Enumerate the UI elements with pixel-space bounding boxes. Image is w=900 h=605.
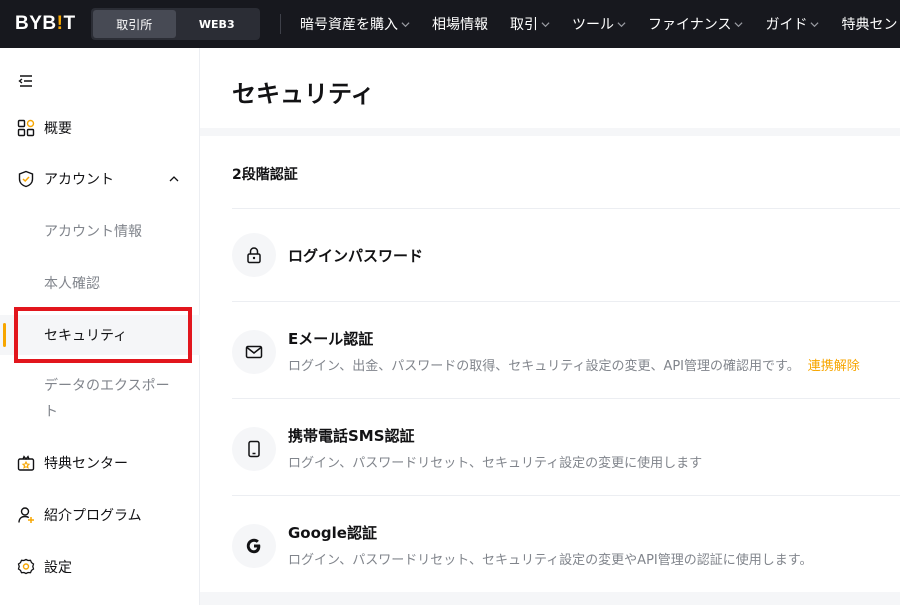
mail-icon	[245, 345, 263, 359]
nav-trade[interactable]: 取引	[510, 14, 550, 34]
page-title: セキュリティ	[232, 80, 375, 108]
gift-icon	[17, 455, 35, 471]
sidebar-item-label: 紹介プログラム	[44, 508, 142, 524]
sidebar-item-label: 概要	[44, 121, 72, 137]
security-row-google-auth[interactable]: Google認証 ログイン、パスワードリセット、セキュリティ設定の変更やAPI管…	[232, 495, 900, 592]
sidebar-item-referral[interactable]: 紹介プログラム	[0, 495, 200, 535]
sidebar-item-label: データのエクスポート	[44, 373, 170, 425]
chevron-down-icon	[617, 21, 626, 27]
row-title: 携帯電話SMS認証	[288, 427, 415, 445]
mode-web3-button[interactable]: WEB3	[176, 10, 259, 38]
main-nav: 暗号資産を購入 相場情報 取引 ツール ファイナンス ガイド 特典セン	[300, 0, 900, 48]
row-title: Eメール認証	[288, 330, 374, 348]
chevron-down-icon	[734, 21, 743, 27]
sidebar-item-rewards-center[interactable]: 特典センター	[0, 443, 200, 483]
nav-label: ツール	[572, 17, 614, 33]
section-title: 2段階認証	[232, 167, 298, 183]
row-title: Google認証	[288, 524, 377, 542]
nav-label: ファイナンス	[648, 17, 732, 33]
two-factor-card: 2段階認証 ログインパスワード Eメール認証 ログイン、出金、パスワードの取得、…	[200, 136, 900, 592]
sidebar-item-label: 本人確認	[44, 276, 100, 292]
chevron-down-icon	[810, 21, 819, 27]
sidebar-item-label: 設定	[44, 560, 72, 576]
top-navigation-bar: BYB!T 取引所 WEB3 暗号資産を購入 相場情報 取引 ツール ファイナン…	[0, 0, 900, 48]
sidebar-item-label: アカウント	[44, 172, 114, 188]
label-line-2: ト	[44, 404, 58, 420]
chevron-down-icon	[541, 21, 550, 27]
sidebar-item-data-export[interactable]: データのエクスポート	[0, 374, 200, 424]
page-header: セキュリティ	[200, 48, 900, 128]
sidebar-item-identity-verification[interactable]: 本人確認	[0, 263, 200, 303]
nav-guide[interactable]: ガイド	[765, 14, 819, 34]
active-indicator	[3, 323, 6, 347]
security-row-login-password[interactable]: ログインパスワード	[232, 208, 900, 301]
sidebar-item-label: セキュリティ	[44, 328, 128, 344]
mail-icon-wrap	[232, 330, 276, 374]
sidebar-item-account-info[interactable]: アカウント情報	[0, 211, 200, 251]
google-icon-wrap	[232, 524, 276, 568]
referral-icon	[18, 507, 34, 523]
chevron-up-icon	[169, 176, 179, 182]
dashboard-icon	[17, 119, 35, 137]
nav-finance[interactable]: ファイナンス	[648, 14, 743, 34]
sidebar: 概要 アカウント アカウント情報 本人確認 セキュリティ データのエクスポート …	[0, 48, 200, 605]
chevron-down-icon	[401, 21, 410, 27]
sidebar-item-overview[interactable]: 概要	[0, 108, 200, 148]
label-line-1: データのエクスポー	[44, 378, 170, 394]
mode-exchange-button[interactable]: 取引所	[93, 10, 176, 38]
logo-text-suffix: T	[63, 13, 76, 34]
phone-icon-wrap	[232, 427, 276, 471]
nav-buy-crypto[interactable]: 暗号資産を購入	[300, 14, 410, 34]
nav-label: 相場情報	[432, 17, 488, 33]
lock-icon	[247, 247, 261, 264]
nav-rewards[interactable]: 特典セン	[841, 14, 897, 34]
collapse-sidebar-icon[interactable]	[18, 74, 34, 88]
row-description: ログイン、パスワードリセット、セキュリティ設定の変更に使用します	[288, 456, 703, 471]
unlink-email-link[interactable]: 連携解除	[808, 359, 860, 374]
gear-icon	[17, 558, 35, 575]
sidebar-item-label: 特典センター	[44, 456, 128, 472]
nav-label: ガイド	[765, 17, 808, 33]
shield-icon	[18, 170, 34, 188]
sidebar-item-security[interactable]: セキュリティ	[0, 315, 200, 355]
lock-icon-wrap	[232, 233, 276, 277]
nav-tools[interactable]: ツール	[572, 14, 626, 34]
row-description-text: ログイン、出金、パスワードの取得、セキュリティ設定の変更、API管理の確認用です…	[288, 359, 800, 374]
phone-icon	[248, 440, 260, 458]
google-icon	[246, 538, 261, 554]
nav-markets[interactable]: 相場情報	[432, 14, 488, 34]
sidebar-item-account[interactable]: アカウント	[0, 159, 200, 199]
sidebar-item-label: アカウント情報	[44, 224, 142, 240]
security-row-email[interactable]: Eメール認証 ログイン、出金、パスワードの取得、セキュリティ設定の変更、API管…	[232, 301, 900, 398]
nav-label: 特典セン	[841, 17, 898, 33]
nav-label: 取引	[510, 17, 538, 33]
nav-label: 暗号資産を購入	[300, 17, 398, 33]
logo-text-prefix: BYB	[15, 13, 57, 34]
row-title: ログインパスワード	[288, 247, 424, 265]
mode-switch: 取引所 WEB3	[91, 8, 260, 40]
bybit-logo[interactable]: BYB!T	[15, 14, 76, 34]
sidebar-item-settings[interactable]: 設定	[0, 547, 200, 587]
security-row-sms[interactable]: 携帯電話SMS認証 ログイン、パスワードリセット、セキュリティ設定の変更に使用し…	[232, 398, 900, 495]
nav-divider	[280, 14, 281, 34]
row-description: ログイン、出金、パスワードの取得、セキュリティ設定の変更、API管理の確認用です…	[288, 355, 860, 374]
row-description: ログイン、パスワードリセット、セキュリティ設定の変更やAPI管理の認証に使用しま…	[288, 553, 813, 568]
